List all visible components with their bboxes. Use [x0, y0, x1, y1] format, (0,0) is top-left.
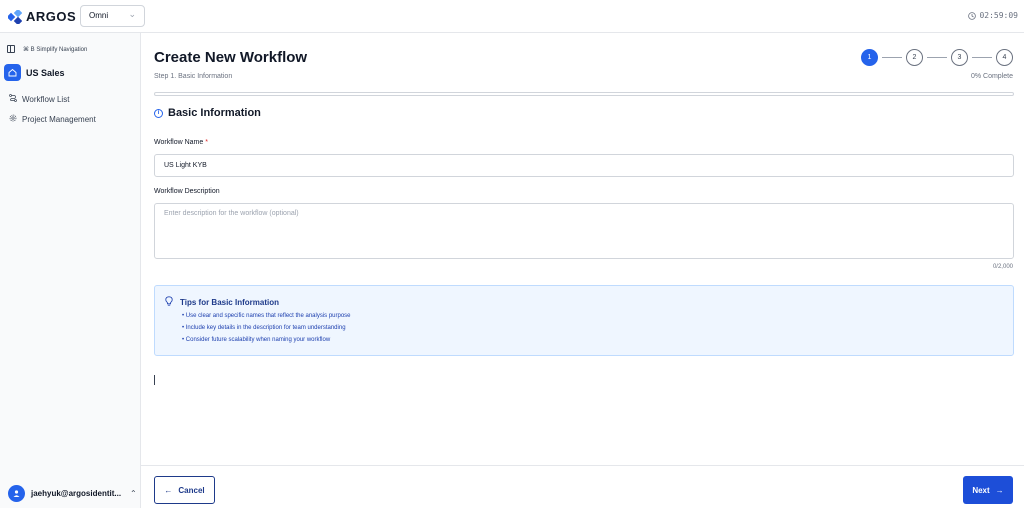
workflow-name-label-text: Workflow Name — [154, 139, 204, 146]
sidebar-item-label: Project Management — [22, 114, 96, 124]
sidebar-item-label: Workflow List — [22, 94, 70, 104]
sidebar: ⌘ B Simplify Navigation US Sales Workflo… — [0, 33, 141, 508]
required-mark: * — [205, 139, 208, 146]
main-content: Create New Workflow Step 1. Basic Inform… — [141, 33, 1024, 508]
info-icon: i — [154, 108, 163, 118]
workflow-name-label: Workflow Name * — [154, 139, 208, 146]
step-1[interactable]: 1 — [861, 49, 878, 66]
tips-title: Tips for Basic Information — [180, 297, 279, 307]
workflow-name-input[interactable]: US Light KYB — [154, 154, 1014, 177]
text-cursor — [154, 375, 155, 385]
organization-select[interactable]: Omni ⌄ — [80, 5, 145, 27]
footer-bar: ← Cancel Next → — [141, 465, 1024, 508]
cancel-button-label: Cancel — [178, 485, 205, 495]
completion-label: 0% Complete — [970, 73, 1013, 80]
stepper: 1 2 3 4 — [861, 49, 1013, 66]
workspace-label: US Sales — [26, 67, 65, 78]
logo-text: ARGOS — [26, 9, 77, 24]
user-menu[interactable]: jaehyuk@argosidentit... ⌃ — [8, 485, 137, 502]
step-3[interactable]: 3 — [951, 49, 968, 66]
step-connector — [882, 57, 902, 58]
cancel-button[interactable]: ← Cancel — [154, 476, 215, 504]
sidebar-item-workflow-list[interactable]: Workflow List — [9, 94, 69, 104]
chevron-up-icon: ⌃ — [130, 489, 137, 498]
step-4[interactable]: 4 — [996, 49, 1013, 66]
tips-panel: Tips for Basic Information • Use clear a… — [154, 285, 1014, 356]
organization-select-value: Omni — [89, 11, 109, 20]
lightbulb-icon — [165, 296, 173, 308]
section-title: Basic Information — [168, 107, 261, 119]
top-bar: ARGOS Omni ⌄ 02:59:09 — [0, 0, 1024, 33]
step-2[interactable]: 2 — [906, 49, 923, 66]
chevron-down-icon: ⌄ — [128, 9, 136, 19]
sidebar-panel-icon — [7, 45, 15, 53]
page-title: Create New Workflow — [154, 49, 308, 66]
workspace-item[interactable]: US Sales — [4, 64, 65, 81]
arrow-left-icon: ← — [164, 485, 173, 495]
clock-icon — [968, 11, 977, 20]
logo[interactable]: ARGOS — [8, 9, 76, 24]
step-connector — [927, 57, 947, 58]
workflow-description-input[interactable]: Enter description for the workflow (opti… — [154, 203, 1014, 259]
step-connector — [972, 57, 992, 58]
simplify-navigation-label: ⌘ B Simplify Navigation — [23, 46, 88, 53]
tip-item: • Include key details in the description… — [182, 325, 346, 331]
progress-bar — [154, 92, 1014, 96]
session-timer: 02:59:09 — [968, 11, 1018, 20]
arrow-right-icon: → — [995, 485, 1004, 495]
person-icon — [8, 485, 25, 502]
session-timer-value: 02:59:09 — [979, 11, 1018, 20]
user-email: jaehyuk@argosidentit... — [31, 489, 122, 498]
route-icon — [9, 94, 17, 104]
next-button[interactable]: Next → — [963, 476, 1013, 504]
tip-item: • Use clear and specific names that refl… — [182, 313, 351, 319]
character-counter: 0/2,000 — [992, 264, 1013, 270]
simplify-navigation-toggle[interactable]: ⌘ B Simplify Navigation — [7, 45, 87, 53]
step-subtitle: Step 1. Basic Information — [154, 73, 233, 80]
sidebar-item-project-management[interactable]: Project Management — [9, 114, 96, 124]
tips-header: Tips for Basic Information — [165, 296, 279, 308]
home-icon — [4, 64, 21, 81]
workflow-description-label: Workflow Description — [154, 188, 220, 195]
logo-icon — [8, 9, 22, 24]
next-button-label: Next — [972, 485, 990, 495]
tip-item: • Consider future scalability when namin… — [182, 337, 331, 343]
section-header: i Basic Information — [154, 107, 261, 119]
gear-icon — [9, 114, 17, 124]
